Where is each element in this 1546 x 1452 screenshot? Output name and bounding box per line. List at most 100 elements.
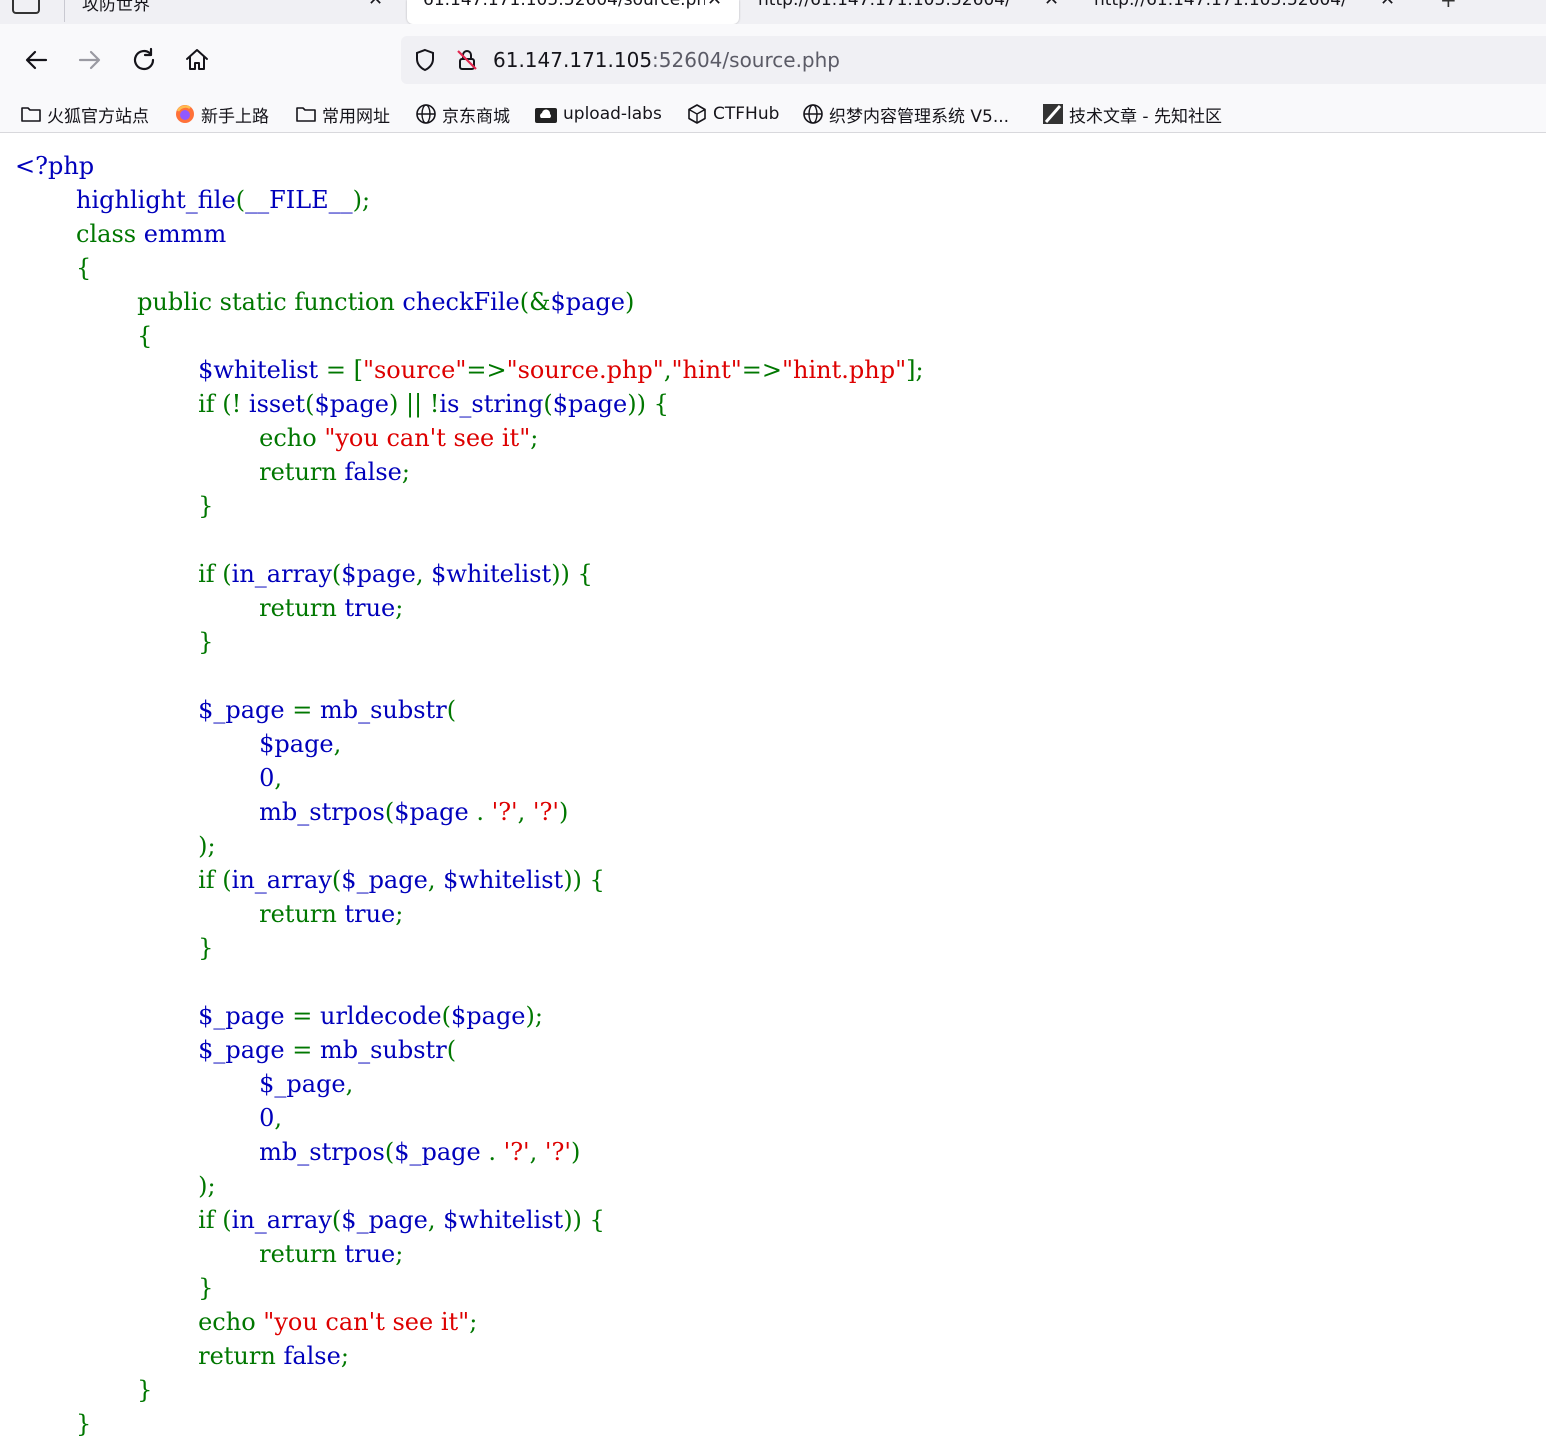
tab-1[interactable]: 攻防世界 ✕	[66, 0, 396, 24]
code-token: (&	[519, 288, 551, 316]
code-line: }	[15, 1274, 213, 1302]
url-text[interactable]: 61.147.171.105:52604/source.php	[493, 48, 840, 72]
code-line: $_page = mb_substr(	[15, 696, 456, 724]
close-icon[interactable]: ✕	[368, 0, 383, 10]
bookmark-item[interactable]: upload-labs	[534, 100, 662, 128]
cube-icon	[688, 104, 706, 124]
tab-2-active[interactable]: 61.147.171.105:52604/source.php ✕	[407, 0, 739, 24]
new-tab-icon[interactable]: +	[1440, 0, 1457, 12]
code-token: (	[331, 866, 342, 894]
code-line: );	[15, 1172, 215, 1200]
bookmark-item[interactable]: 技术文章 - 先知社区	[1042, 100, 1222, 128]
bookmark-item[interactable]: 织梦内容管理系统 V5...	[802, 100, 1009, 128]
code-token: if (	[15, 866, 232, 894]
code-token: "hint.php"	[781, 356, 907, 384]
code-line: return false;	[15, 1342, 349, 1370]
tab-4[interactable]: http://61.147.171.105:52604/ ✕	[1078, 0, 1412, 24]
home-button[interactable]	[181, 44, 213, 76]
code-line: 0,	[15, 764, 282, 792]
code-token: $_page	[15, 1036, 293, 1064]
tab-title: http://61.147.171.105:52604/	[1094, 0, 1347, 10]
code-line: 0,	[15, 1104, 282, 1132]
bookmark-item[interactable]: 京东商城	[415, 100, 510, 128]
tab-title: 攻防世界	[82, 0, 150, 15]
tab-title: 61.147.171.105:52604/source.php	[423, 0, 705, 10]
code-token: checkFile	[402, 288, 520, 316]
code-token: =	[292, 1002, 320, 1030]
code-token: return	[15, 1240, 345, 1268]
code-line: if (in_array($page, $whitelist)) {	[15, 560, 593, 588]
code-token: mb_substr	[319, 696, 447, 724]
code-token: $_page	[394, 1138, 489, 1166]
code-token: (	[543, 390, 553, 418]
code-token: .	[476, 798, 492, 826]
bookmark-label: upload-labs	[563, 104, 662, 124]
code-token: )	[570, 1138, 581, 1166]
bookmark-label: 新手上路	[201, 106, 269, 127]
page-content: <?php highlight_file(__FILE__); class em…	[0, 133, 1546, 1452]
back-button[interactable]	[20, 44, 52, 76]
bookmark-item[interactable]: 新手上路	[174, 100, 269, 128]
code-line: highlight_file(__FILE__);	[15, 186, 370, 214]
back-arrow-icon	[25, 50, 48, 70]
code-token: .	[488, 1138, 504, 1166]
code-token: }	[15, 1410, 92, 1438]
code-token: (	[331, 560, 342, 588]
code-token: ;	[395, 594, 404, 622]
code-token: }	[15, 628, 214, 656]
tab-3[interactable]: http://61.147.171.105:52604/ ✕	[742, 0, 1076, 24]
code-line: return true;	[15, 1240, 403, 1268]
code-line: }	[15, 492, 213, 520]
code-line: $_page,	[15, 1070, 353, 1098]
code-token: )) {	[563, 1206, 605, 1234]
code-token: $page	[550, 288, 625, 316]
code-token: in_array	[231, 866, 332, 894]
code-token: isset	[248, 390, 306, 418]
code-token: ;	[469, 1308, 478, 1336]
code-token: true	[344, 900, 396, 928]
code-token: $page	[314, 390, 389, 418]
tracking-protection-shield-icon[interactable]	[413, 48, 437, 76]
forward-button[interactable]	[74, 44, 106, 76]
code-token: ,	[427, 866, 444, 894]
folder-icon	[296, 107, 316, 122]
code-token: (	[331, 1206, 342, 1234]
code-line: mb_strpos($_page . '?', '?')	[15, 1138, 580, 1166]
code-token: "source"	[362, 356, 467, 384]
url-bar[interactable]: 61.147.171.105:52604/source.php	[401, 36, 1546, 84]
bookmark-item[interactable]: 常用网址	[295, 100, 390, 128]
code-token: return	[15, 900, 345, 928]
code-token: )) {	[551, 560, 593, 588]
bookmark-item[interactable]: CTFHub	[686, 100, 779, 128]
insecure-lock-icon[interactable]	[455, 48, 479, 76]
code-token: mb_strpos	[15, 1138, 385, 1166]
code-token: $_page	[15, 1002, 293, 1030]
tab-list-button[interactable]	[12, 0, 40, 14]
close-icon[interactable]: ✕	[1380, 0, 1395, 10]
code-line: }	[15, 934, 213, 962]
bookmark-label: 京东商城	[442, 106, 510, 127]
code-token: );	[525, 1002, 543, 1030]
code-token: ) || !	[388, 390, 440, 418]
code-token: =>	[466, 356, 507, 384]
bookmark-label: 常用网址	[322, 106, 390, 127]
code-token: if (	[15, 1206, 232, 1234]
close-icon[interactable]: ✕	[1044, 0, 1059, 10]
code-token: (	[384, 798, 395, 826]
code-token: ,	[517, 798, 533, 826]
bookmark-item[interactable]: 火狐官方站点	[20, 100, 149, 128]
reload-button[interactable]	[128, 44, 160, 76]
code-token: urldecode	[319, 1002, 442, 1030]
code-token: mb_substr	[319, 1036, 447, 1064]
code-token: $whitelist	[431, 560, 552, 588]
code-token: ];	[906, 356, 924, 384]
globe-icon	[416, 104, 436, 124]
tab-separator	[64, 0, 65, 22]
code-token: is_string	[439, 390, 544, 418]
code-token: }	[15, 1274, 214, 1302]
xianzhi-logo-icon	[1043, 104, 1063, 124]
code-line: if (in_array($_page, $whitelist)) {	[15, 1206, 605, 1234]
close-icon[interactable]: ✕	[707, 0, 722, 10]
code-token: $page	[394, 798, 477, 826]
code-token: ,	[274, 764, 283, 792]
